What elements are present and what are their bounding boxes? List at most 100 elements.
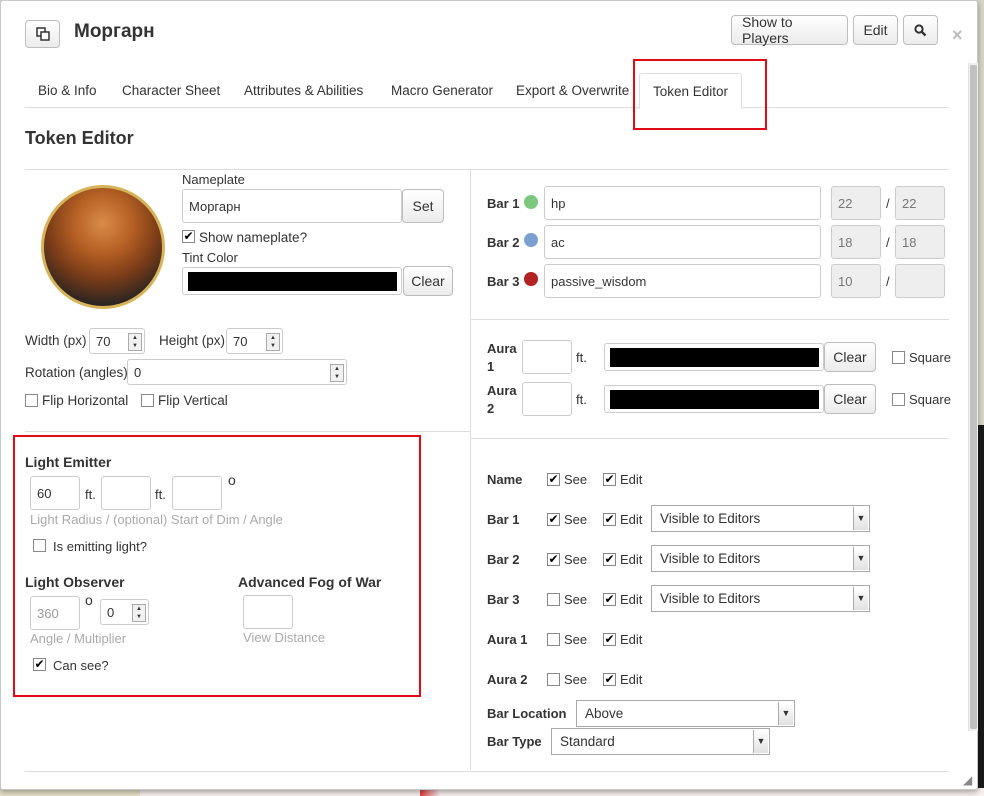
tab-bio-info[interactable]: Bio & Info xyxy=(38,83,97,98)
spin-down-icon: ▼ xyxy=(132,343,138,349)
aura2-square-checkbox[interactable] xyxy=(892,393,905,406)
perm-bar1-visibility-select[interactable]: Visible to Editors ▼ xyxy=(651,505,870,532)
view-distance-input[interactable] xyxy=(243,595,293,629)
perm-aura1-edit-checkbox[interactable]: ✔ xyxy=(603,633,616,646)
bar-type-select[interactable]: Standard ▼ xyxy=(551,728,770,755)
perm-name-see-checkbox[interactable]: ✔ xyxy=(547,473,560,486)
perm-aura1-see-checkbox[interactable] xyxy=(547,633,560,646)
bar1-max-input[interactable]: 22 xyxy=(895,186,945,220)
bar3-max-input[interactable] xyxy=(895,264,945,298)
spin-down-icon: ▼ xyxy=(136,614,142,620)
aura2-clear-button[interactable]: Clear xyxy=(824,384,876,414)
token-avatar[interactable] xyxy=(41,185,165,309)
tint-color-label: Tint Color xyxy=(182,250,238,265)
aura2-radius-input[interactable] xyxy=(522,382,572,416)
show-nameplate-checkbox[interactable]: ✔ xyxy=(182,230,195,243)
search-button[interactable] xyxy=(903,15,938,45)
bar2-max-input[interactable]: 18 xyxy=(895,225,945,259)
tint-color-input[interactable] xyxy=(182,267,402,295)
rotation-spinner[interactable]: ▲ ▼ xyxy=(330,364,344,382)
nameplate-label: Nameplate xyxy=(182,172,245,187)
spin-up-icon: ▲ xyxy=(132,335,138,341)
bar3-color-dot[interactable] xyxy=(524,272,538,286)
aura1-clear-button[interactable]: Clear xyxy=(824,342,876,372)
aura2-color-swatch xyxy=(610,390,819,409)
tint-clear-button[interactable]: Clear xyxy=(403,266,453,296)
bar1-attr-input[interactable]: hp xyxy=(544,186,821,220)
divider xyxy=(25,169,949,170)
aura1-square-checkbox[interactable] xyxy=(892,351,905,364)
tab-attributes-abilities[interactable]: Attributes & Abilities xyxy=(244,83,363,98)
aura1-label: Aura xyxy=(487,341,517,356)
observer-angle-input[interactable]: 360 xyxy=(30,596,80,630)
bar3-current-input[interactable]: 10 xyxy=(831,264,881,298)
rotation-input[interactable]: 0 ▲ ▼ xyxy=(127,359,347,385)
perm-aura1-edit-label: Edit xyxy=(620,632,643,647)
perm-name-edit-checkbox[interactable]: ✔ xyxy=(603,473,616,486)
perm-bar3-visibility-select[interactable]: Visible to Editors ▼ xyxy=(651,585,870,612)
bar1-current-input[interactable]: 22 xyxy=(831,186,881,220)
bar1-label: Bar 1 xyxy=(487,196,520,211)
tab-export-overwrite[interactable]: Export & Overwrite xyxy=(516,83,629,98)
perm-bar3-visibility-value: Visible to Editors xyxy=(660,591,761,606)
scrollbar[interactable] xyxy=(968,63,978,731)
perm-bar2-edit-checkbox[interactable]: ✔ xyxy=(603,553,616,566)
fog-of-war-title: Advanced Fog of War xyxy=(238,574,382,590)
perm-bar3-edit-checkbox[interactable]: ✔ xyxy=(603,593,616,606)
light-emitter-hint: Light Radius / (optional) Start of Dim /… xyxy=(30,512,283,527)
nameplate-set-button[interactable]: Set xyxy=(402,189,444,223)
perm-bar1-label: Bar 1 xyxy=(487,512,520,527)
perm-bar2-see-checkbox[interactable]: ✔ xyxy=(547,553,560,566)
perm-bar1-see-label: See xyxy=(564,512,588,527)
bar-location-select[interactable]: Above ▼ xyxy=(576,700,795,727)
aura1-radius-input[interactable] xyxy=(522,340,572,374)
flip-vertical-label: Flip Vertical xyxy=(158,393,228,408)
perm-bar1-see-checkbox[interactable]: ✔ xyxy=(547,513,560,526)
emitting-light-checkbox[interactable] xyxy=(33,539,46,552)
flip-vertical-checkbox[interactable] xyxy=(141,394,154,407)
bar2-color-dot[interactable] xyxy=(524,233,538,247)
perm-bar2-visibility-select[interactable]: Visible to Editors ▼ xyxy=(651,545,870,572)
flip-horizontal-checkbox[interactable] xyxy=(25,394,38,407)
height-input[interactable]: 70 ▲ ▼ xyxy=(226,328,283,354)
bar3-slash: / xyxy=(886,274,890,289)
observer-multiplier-spinner[interactable]: ▲ ▼ xyxy=(132,604,146,622)
bar2-current-input[interactable]: 18 xyxy=(831,225,881,259)
aura1-square-label: Square xyxy=(909,350,951,365)
close-icon[interactable]: × xyxy=(952,25,963,46)
bar3-attr-input[interactable]: passive_wisdom xyxy=(544,264,821,298)
light-dim-start-input[interactable] xyxy=(101,476,151,510)
flip-horizontal-label: Flip Horizontal xyxy=(42,393,129,408)
width-spinner[interactable]: ▲ ▼ xyxy=(128,333,142,351)
popout-button[interactable] xyxy=(25,20,60,48)
tab-macro-generator[interactable]: Macro Generator xyxy=(391,83,493,98)
spin-down-icon: ▼ xyxy=(270,343,276,349)
perm-bar2-edit-label: Edit xyxy=(620,552,643,567)
scrollbar-thumb[interactable] xyxy=(970,65,977,729)
light-radius-input[interactable]: 60 xyxy=(30,476,80,510)
perm-aura2-edit-checkbox[interactable]: ✔ xyxy=(603,673,616,686)
aura2-color-input[interactable] xyxy=(604,385,824,413)
width-input[interactable]: 70 ▲ ▼ xyxy=(89,328,145,354)
nameplate-input[interactable]: Моргарн xyxy=(182,189,402,223)
bar1-color-dot[interactable] xyxy=(524,195,538,209)
perm-aura2-see-checkbox[interactable] xyxy=(547,673,560,686)
perm-aura2-edit-label: Edit xyxy=(620,672,643,687)
aura1-color-input[interactable] xyxy=(604,343,824,371)
tab-character-sheet[interactable]: Character Sheet xyxy=(122,83,220,98)
dialog-title: Моргарн xyxy=(74,21,155,42)
bar2-attr-input[interactable]: ac xyxy=(544,225,821,259)
can-see-checkbox[interactable]: ✔ xyxy=(33,658,46,671)
perm-bar1-edit-checkbox[interactable]: ✔ xyxy=(603,513,616,526)
observer-multiplier-value: 0 xyxy=(107,604,115,620)
perm-bar3-see-checkbox[interactable] xyxy=(547,593,560,606)
height-spinner[interactable]: ▲ ▼ xyxy=(266,333,280,351)
observer-multiplier-input[interactable]: 0 ▲ ▼ xyxy=(100,599,149,625)
resize-handle-icon[interactable]: ◢ xyxy=(963,773,972,787)
aura2-label-number: 2 xyxy=(487,401,495,416)
show-to-players-button[interactable]: Show to Players xyxy=(731,14,848,46)
perm-bar3-label: Bar 3 xyxy=(487,592,520,607)
edit-button[interactable]: Edit xyxy=(853,15,898,45)
light-angle-input[interactable] xyxy=(172,476,222,510)
show-nameplate-label: Show nameplate? xyxy=(199,230,308,245)
